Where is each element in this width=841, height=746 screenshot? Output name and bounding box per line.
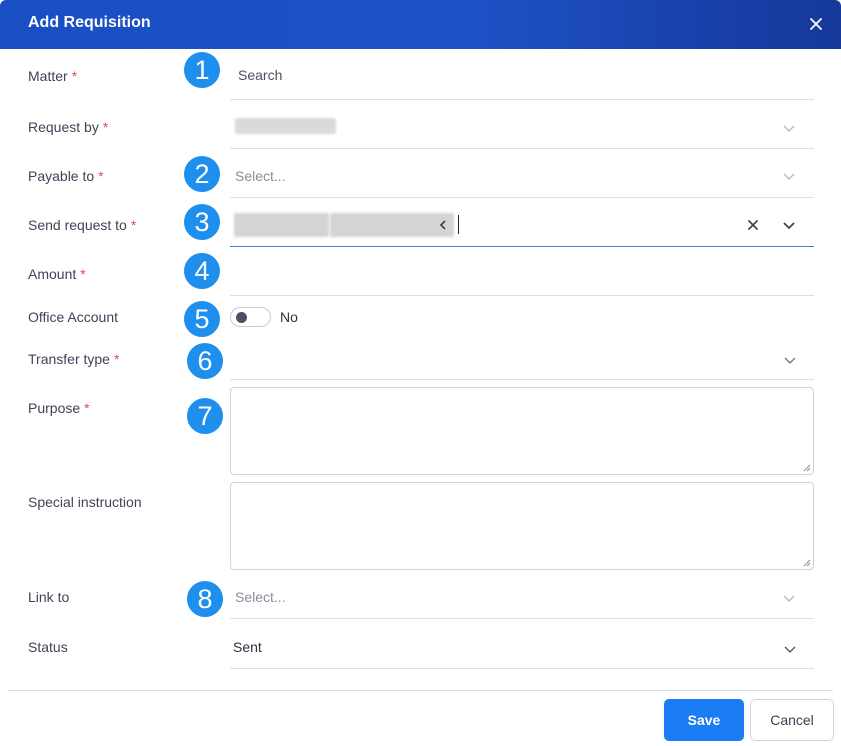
status-label: Status — [28, 639, 68, 655]
transfer-type-label: Transfer type * — [28, 351, 120, 367]
status-value: Sent — [233, 639, 262, 655]
step-badge-6: 6 — [185, 341, 225, 381]
link-to-select[interactable]: Select... — [230, 570, 814, 619]
link-to-label: Link to — [28, 589, 70, 605]
text-cursor — [458, 215, 459, 234]
chevron-down-icon — [783, 125, 795, 133]
matter-label: Matter * — [28, 68, 78, 84]
selected-tag[interactable] — [330, 213, 454, 237]
toggle-knob — [236, 312, 247, 323]
link-to-placeholder: Select... — [235, 589, 286, 605]
step-badge-2: 2 — [182, 154, 222, 194]
footer-divider — [8, 690, 833, 691]
payable-to-select[interactable]: Select... — [230, 149, 814, 198]
step-badge-3: 3 — [182, 202, 222, 242]
purpose-textarea[interactable] — [230, 387, 814, 475]
clear-icon[interactable] — [747, 219, 759, 231]
step-badge-1: 1 — [182, 50, 222, 90]
payable-to-placeholder: Select... — [235, 168, 286, 184]
payable-to-label: Payable to * — [28, 168, 104, 184]
selected-tag[interactable] — [234, 213, 329, 237]
office-account-toggle[interactable] — [230, 307, 271, 327]
step-badge-5: 5 — [182, 299, 222, 339]
step-badge-8: 8 — [185, 579, 225, 619]
request-by-select[interactable] — [230, 100, 814, 149]
matter-placeholder: Search — [238, 67, 283, 83]
tag-remove-icon[interactable] — [439, 220, 447, 230]
transfer-type-select[interactable] — [230, 339, 814, 380]
matter-search-input[interactable]: Search — [230, 50, 814, 100]
request-by-label: Request by * — [28, 119, 109, 135]
amount-input[interactable] — [230, 247, 814, 296]
purpose-label: Purpose * — [28, 400, 90, 416]
amount-label: Amount * — [28, 266, 86, 282]
dialog-title: Add Requisition — [28, 14, 151, 31]
chevron-down-icon — [784, 646, 796, 653]
save-button[interactable]: Save — [664, 699, 744, 741]
chevron-down-icon — [783, 173, 795, 181]
office-account-label: Office Account — [28, 309, 119, 325]
cancel-button[interactable]: Cancel — [750, 699, 834, 741]
resize-grip-icon[interactable] — [801, 462, 811, 472]
step-badge-7: 7 — [185, 396, 225, 436]
resize-grip-icon[interactable] — [801, 557, 811, 567]
special-instruction-label: Special instruction — [28, 494, 142, 510]
send-request-to-label: Send request to * — [28, 217, 137, 233]
chevron-down-icon[interactable] — [781, 217, 797, 233]
chevron-down-icon — [783, 595, 795, 603]
close-icon[interactable] — [805, 13, 827, 35]
status-select[interactable]: Sent — [230, 622, 814, 669]
chevron-down-icon — [784, 357, 796, 364]
office-account-toggle-value: No — [280, 309, 298, 325]
send-request-to-multiselect[interactable] — [230, 198, 814, 247]
redacted-value — [235, 118, 336, 134]
dialog-header: Add Requisition — [0, 0, 841, 49]
special-instruction-textarea[interactable] — [230, 482, 814, 570]
step-badge-4: 4 — [182, 251, 222, 291]
